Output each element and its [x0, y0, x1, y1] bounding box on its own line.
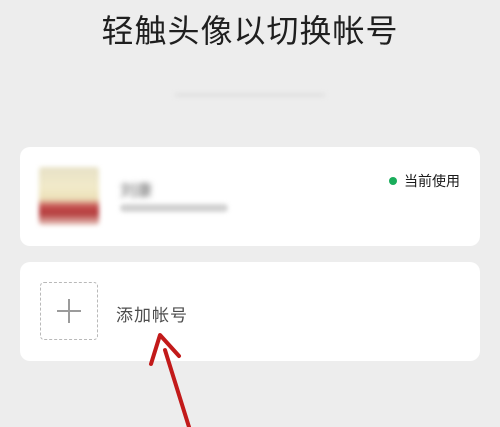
status-label: 当前使用: [404, 174, 460, 190]
status-badge: 当前使用: [389, 171, 460, 191]
account-id-blurred: [120, 204, 228, 212]
plus-icon[interactable]: [40, 282, 98, 340]
add-account-label: 添加帐号: [116, 306, 188, 326]
status-dot-icon: [389, 177, 397, 185]
avatar[interactable]: [39, 167, 99, 225]
account-name: 刘康: [120, 181, 153, 200]
account-card-current[interactable]: 刘康 当前使用: [20, 147, 480, 246]
add-account-button[interactable]: 添加帐号: [20, 262, 480, 361]
divider: [175, 93, 325, 97]
page-title: 轻触头像以切换帐号: [101, 12, 399, 50]
